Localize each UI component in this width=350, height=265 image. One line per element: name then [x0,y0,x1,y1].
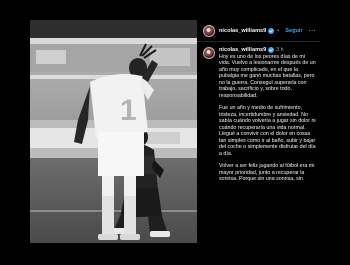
verified-badge-icon [268,47,275,54]
caption-paragraph: Fue un año y medio de sufrimiento, trist… [219,105,316,157]
jersey-number: 1 [120,94,137,127]
caption-username[interactable]: nicolas_williams9 [219,47,266,54]
caption-paragraph: Volver a ser feliz jugando al fútbol era… [219,163,315,182]
verified-badge-icon [268,27,275,34]
page: 1 nicolas_williams9 • Seguir ... nicolas… [0,0,350,265]
avatar[interactable] [203,24,215,37]
post-side-panel: nicolas_williams9 • Seguir ... nicolas_w… [197,20,320,243]
caption-body: nicolas_williams9 3 h Hoy es uno de los … [219,47,317,189]
caption-time[interactable]: 3 h [276,47,283,54]
post-photo[interactable]: 1 [30,20,197,243]
caption-paragraph: Hoy es uno de los peores días de mi vida… [219,53,316,99]
comment-avatar[interactable] [203,47,215,59]
post-modal: 1 nicolas_williams9 • Seguir ... nicolas… [30,20,320,243]
caption-comment: nicolas_williams9 3 h Hoy es uno de los … [203,47,318,189]
more-options-icon[interactable]: ... [309,26,316,33]
post-header: nicolas_williams9 • Seguir ... [197,20,320,42]
post-photo-image: 1 [30,20,197,243]
follow-button[interactable]: Seguir [285,28,302,34]
header-separator: • [277,27,280,34]
header-username[interactable]: nicolas_williams9 [219,28,266,34]
